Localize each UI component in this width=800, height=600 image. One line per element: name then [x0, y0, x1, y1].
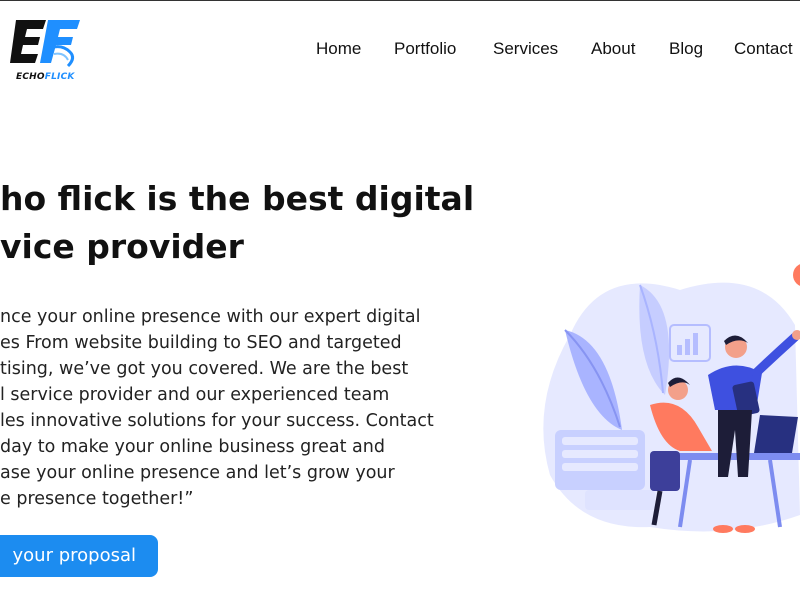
- hero-description: nce your online presence with our expert…: [0, 304, 476, 512]
- team-working-illustration: [530, 245, 800, 535]
- hero-title-line-2: vice provider: [0, 227, 244, 266]
- hero-description-line: l service provider and our experienced t…: [0, 385, 390, 405]
- hero-description-line: es From website building to SEO and targ…: [0, 333, 402, 353]
- hero-description-line: les innovative solutions for your succes…: [0, 411, 434, 431]
- nav-services[interactable]: Services: [493, 39, 558, 59]
- brand-name: ECHOFLICK: [16, 72, 75, 82]
- nav-home[interactable]: Home: [316, 39, 361, 59]
- nav-contact[interactable]: Contact: [734, 39, 793, 59]
- brand-logo[interactable]: ECHOFLICK: [10, 18, 84, 86]
- hero-description-line: e presence together!”: [0, 489, 194, 509]
- nav-blog[interactable]: Blog: [669, 39, 703, 59]
- hero-description-line: ase your online presence and let’s grow …: [0, 463, 395, 483]
- nav-portfolio[interactable]: Portfolio: [394, 39, 456, 59]
- hero-description-line: nce your online presence with our expert…: [0, 307, 421, 327]
- ef-logo-icon: [10, 20, 80, 68]
- hero-description-line: tising, we’ve got you covered. We are th…: [0, 359, 409, 379]
- hero-title-line-1: ho flick is the best digital: [0, 179, 475, 218]
- hero-description-line: day to make your online business great a…: [0, 437, 385, 457]
- top-border: [0, 0, 800, 1]
- nav-about[interactable]: About: [591, 39, 635, 59]
- proposal-cta-button[interactable]: your proposal: [0, 535, 158, 577]
- hero-title: ho flick is the best digital vice provid…: [0, 175, 475, 271]
